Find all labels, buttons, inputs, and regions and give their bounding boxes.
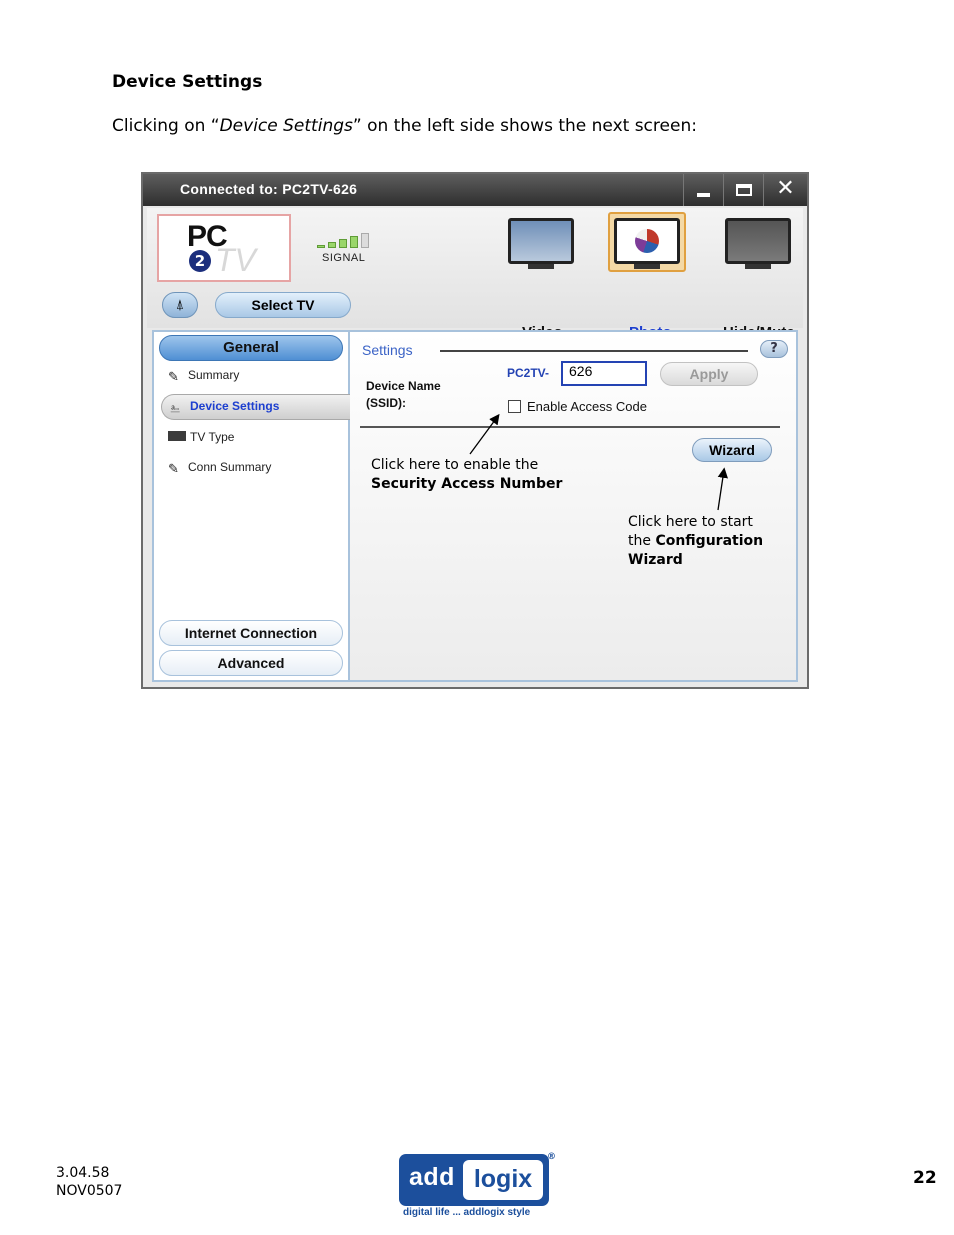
device-name-prefix: PC2TV- <box>507 366 550 380</box>
brand-add-text: add <box>409 1163 455 1191</box>
registered-mark: ® <box>547 1152 556 1162</box>
hide-mute-button[interactable] <box>725 218 791 270</box>
window-title: Connected to: PC2TV-626 <box>180 181 358 197</box>
version-number: 3.04.58 <box>56 1165 110 1181</box>
nav-item-device-settings[interactable]: ⎁ Device Settings <box>170 399 280 415</box>
device-name-label-line1: Device Name <box>366 379 441 393</box>
advanced-button[interactable]: Advanced <box>159 650 343 676</box>
tv-stand <box>745 264 771 269</box>
security-callout: Click here to enable the Security Access… <box>371 456 562 494</box>
antenna-icon: ⍋ <box>175 297 185 313</box>
close-button[interactable]: ✕ <box>763 174 807 206</box>
page-number: 22 <box>913 1168 937 1188</box>
close-icon: ✕ <box>776 176 795 201</box>
signal-bar <box>328 242 336 248</box>
video-mode-button[interactable] <box>508 218 574 270</box>
conn-summary-icon: ✎ <box>168 461 179 476</box>
nav-item-tv-type[interactable]: TV Type <box>168 430 234 444</box>
general-section-button[interactable]: General <box>159 335 343 361</box>
device-settings-icon: ⎁ <box>170 400 181 415</box>
nav-item-summary[interactable]: ✎ Summary <box>168 368 240 384</box>
photo-pie-icon <box>635 229 659 253</box>
version-block: 3.04.58 NOV0507 <box>56 1164 122 1200</box>
minimize-button[interactable] <box>683 174 723 206</box>
app-window: Connected to: PC2TV-626 ✕ PC 2 TV SIGNAL… <box>141 172 809 689</box>
logo-tv-text: TV <box>215 242 256 278</box>
signal-label: SIGNAL <box>322 252 366 264</box>
internet-connection-button[interactable]: Internet Connection <box>159 620 343 646</box>
brand-logix-text: logix <box>463 1160 543 1200</box>
photo-mode-button[interactable] <box>614 218 680 270</box>
settings-divider <box>360 426 780 428</box>
signal-bar <box>350 236 358 248</box>
device-name-label: Device Name (SSID): <box>366 378 441 412</box>
help-icon: ? <box>770 341 778 356</box>
intro-paragraph: Clicking on “Device Settings” on the lef… <box>112 116 697 136</box>
maximize-button[interactable] <box>723 174 763 206</box>
left-nav-panel: General ✎ Summary ⎁ Device Settings TV Typ… <box>152 330 351 682</box>
intro-prefix: Clicking on “ <box>112 116 220 136</box>
pc2tv-logo: PC 2 TV <box>157 214 291 282</box>
callout-line: Click here to enable the <box>371 457 539 473</box>
video-tv-icon <box>508 218 574 264</box>
settings-title: Settings <box>362 342 413 358</box>
date-code: NOV0507 <box>56 1183 123 1199</box>
wizard-callout: Click here to start the Configuration Wi… <box>628 513 763 570</box>
top-toolbar: PC 2 TV SIGNAL Video Photo Hide/Mute ⍋ S… <box>147 208 803 341</box>
intro-suffix: ” on the left side shows the next screen… <box>352 116 697 136</box>
security-callout-arrow <box>469 413 500 455</box>
enable-access-code-checkbox[interactable] <box>508 400 521 413</box>
intro-emphasis: Device Settings <box>219 116 353 136</box>
device-name-label-line2: (SSID): <box>366 396 406 410</box>
wizard-callout-arrow <box>717 467 728 511</box>
help-button[interactable]: ? <box>760 340 788 358</box>
nav-item-conn-summary[interactable]: ✎ Conn Summary <box>168 460 272 476</box>
tv-type-icon <box>168 431 186 441</box>
title-bar: Connected to: PC2TV-626 ✕ <box>143 174 807 206</box>
device-name-input[interactable]: 626 <box>561 361 647 386</box>
callout-line: the <box>628 533 656 549</box>
antenna-button[interactable]: ⍋ <box>162 292 198 318</box>
signal-bar <box>339 239 347 248</box>
minimize-icon <box>697 193 710 197</box>
callout-bold-word: Configuration <box>655 533 764 549</box>
summary-icon: ✎ <box>168 369 179 384</box>
nav-label: Summary <box>188 368 240 382</box>
signal-bar <box>361 233 369 248</box>
nav-label: TV Type <box>190 430 235 444</box>
enable-access-code-label[interactable]: Enable Access Code <box>527 399 647 414</box>
brand-tagline: digital life ... addlogix style <box>403 1207 531 1218</box>
tv-stand <box>634 264 660 269</box>
nav-label: Conn Summary <box>188 460 272 474</box>
section-heading: Device Settings <box>112 72 263 92</box>
apply-button[interactable]: Apply <box>660 362 758 386</box>
callout-bold-line: Security Access Number <box>371 476 563 492</box>
tv-stand <box>528 264 554 269</box>
settings-title-rule <box>440 350 748 352</box>
photo-tv-icon <box>614 218 680 264</box>
signal-bar <box>317 245 325 248</box>
logo-two-badge: 2 <box>189 250 211 272</box>
select-tv-button[interactable]: Select TV <box>215 292 351 318</box>
nav-label: Device Settings <box>190 399 280 413</box>
addlogix-logo: add logix <box>399 1154 549 1206</box>
wizard-button[interactable]: Wizard <box>692 438 772 462</box>
settings-panel: Settings ? Device Name (SSID): PC2TV- 626… <box>350 330 798 682</box>
callout-line: Click here to start <box>628 514 753 530</box>
maximize-icon <box>736 184 752 196</box>
hide-tv-icon <box>725 218 791 264</box>
callout-bold-line: Wizard <box>628 552 683 568</box>
